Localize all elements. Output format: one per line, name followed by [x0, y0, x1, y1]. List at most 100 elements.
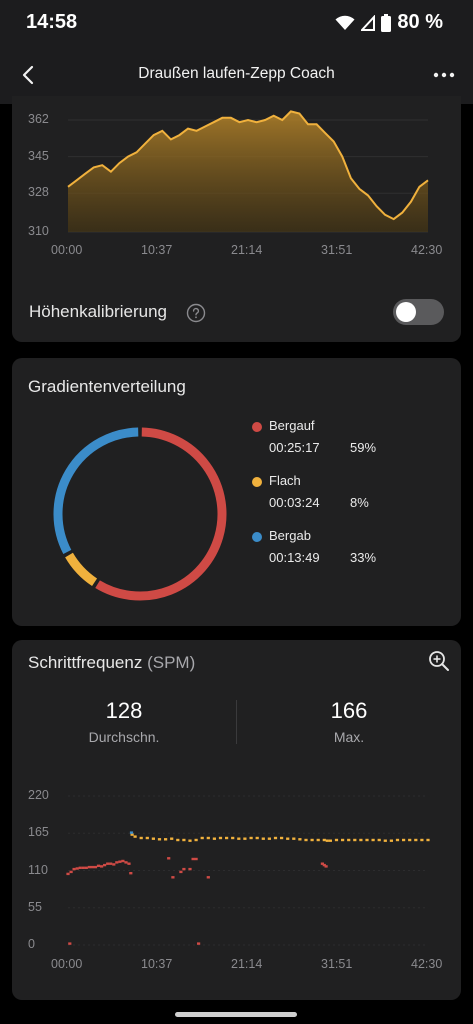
y-tick-label: 310	[28, 224, 49, 238]
cadence-point	[328, 839, 332, 842]
y-tick-label: 0	[28, 937, 35, 951]
cadence-point	[197, 942, 201, 945]
cadence-point	[414, 838, 418, 842]
status-time: 14:58	[26, 11, 78, 33]
cadence-point	[408, 838, 412, 842]
gradient-donut-chart	[53, 427, 227, 601]
gradient-title: Gradientenverteilung	[28, 377, 186, 396]
cadence-point	[78, 866, 82, 869]
cadence-point	[182, 838, 186, 842]
x-tick-label: 21:14	[231, 243, 263, 257]
more-dots-icon[interactable]	[429, 60, 459, 90]
cadence-point	[341, 838, 345, 842]
cadence-point	[225, 836, 229, 840]
x-tick-label: 31:51	[321, 243, 353, 257]
cadence-point	[69, 870, 73, 874]
cadence-point	[75, 867, 79, 870]
cadence-point	[206, 836, 210, 840]
cadence-point	[124, 861, 128, 864]
cadence-point	[112, 863, 116, 866]
cadence-point	[347, 838, 351, 842]
slice-uphill	[95, 427, 227, 601]
cadence-point	[365, 838, 369, 842]
cadence-point	[322, 838, 326, 842]
cadence-point	[402, 838, 406, 842]
cadence-point	[237, 837, 241, 840]
cadence-point	[100, 865, 104, 868]
cadence-point	[261, 837, 265, 840]
calibration-label: Höhenkalibrierung	[29, 302, 167, 321]
x-tick-label: 21:14	[231, 957, 263, 971]
cadence-point	[298, 838, 302, 841]
elevation-area	[68, 111, 428, 232]
cadence-point	[139, 836, 143, 840]
cadence-point	[176, 838, 180, 842]
cadence-point	[121, 859, 125, 863]
cadence-point	[212, 837, 216, 840]
cadence-point	[109, 862, 113, 865]
cadence-point	[191, 857, 195, 861]
legend-time: 00:13:49	[269, 550, 320, 565]
home-indicator[interactable]	[175, 1012, 297, 1017]
y-tick-label: 220	[28, 788, 49, 802]
legend-dot	[252, 532, 262, 542]
cadence-point	[267, 837, 271, 840]
cadence-point	[395, 838, 400, 842]
cadence-point	[194, 857, 198, 861]
legend-dot	[252, 477, 262, 487]
y-tick-label: 345	[28, 148, 49, 163]
cadence-point	[93, 865, 98, 869]
cadence-point	[170, 837, 174, 840]
cadence-point	[371, 838, 375, 842]
help-icon[interactable]	[186, 303, 206, 323]
x-tick-label: 00:00	[51, 243, 83, 257]
y-tick-label: 110	[28, 862, 48, 877]
cadence-point	[255, 836, 259, 840]
legend-item-flat: Flach 00:03:24 8%	[252, 473, 442, 513]
cadence-point	[426, 838, 430, 842]
cadence-point	[316, 838, 320, 842]
cadence-point	[129, 872, 133, 875]
status-bar: 14:58 80 %	[0, 0, 473, 46]
cadence-point	[325, 839, 329, 842]
cadence-point	[292, 837, 296, 840]
x-tick-label: 42:30	[411, 957, 443, 971]
wifi-icon	[335, 15, 355, 30]
cadence-point	[96, 864, 101, 867]
legend-name: Bergab	[269, 528, 311, 543]
cadence-card: Schrittfrequenz (SPM) 128 Durchschn. 166…	[12, 640, 461, 1000]
cadence-point	[115, 861, 119, 864]
cadence-point	[334, 838, 339, 842]
legend-time: 00:03:24	[269, 495, 320, 510]
cadence-point	[310, 838, 314, 842]
cadence-point	[118, 860, 122, 863]
cadence-point	[188, 867, 192, 871]
legend-name: Flach	[269, 473, 301, 488]
cadence-point	[273, 836, 278, 840]
cadence-point	[377, 838, 381, 842]
legend-dot	[252, 422, 262, 432]
cadence-point	[171, 876, 175, 879]
battery-icon	[381, 13, 392, 32]
legend-percent: 33%	[350, 550, 377, 565]
legend-item-uphill: Bergauf 00:25:17 59%	[252, 418, 442, 458]
x-tick-label: 42:30	[411, 243, 443, 257]
legend-percent: 8%	[350, 495, 369, 510]
cadence-point	[389, 839, 393, 842]
cadence-point	[420, 838, 424, 842]
back-arrow-icon[interactable]	[14, 60, 44, 90]
legend-percent: 59%	[350, 440, 377, 455]
cadence-point	[249, 836, 253, 840]
cadence-point	[87, 865, 91, 869]
cadence-point	[133, 835, 137, 838]
elevation-card: 362 345 328 310 00:00 10:37 21:14 31:51 42:30 H…	[12, 96, 461, 342]
y-tick-label: 55	[28, 899, 42, 914]
calibration-toggle[interactable]	[393, 299, 444, 325]
y-tick-label: 328	[28, 185, 49, 200]
legend-item-downhill: Bergab 00:13:49 33%	[252, 528, 442, 568]
cadence-point	[194, 838, 198, 842]
cadence-point	[151, 837, 155, 840]
cadence-point	[231, 836, 235, 840]
y-tick-label: 165	[28, 825, 49, 840]
cadence-point	[90, 865, 94, 869]
